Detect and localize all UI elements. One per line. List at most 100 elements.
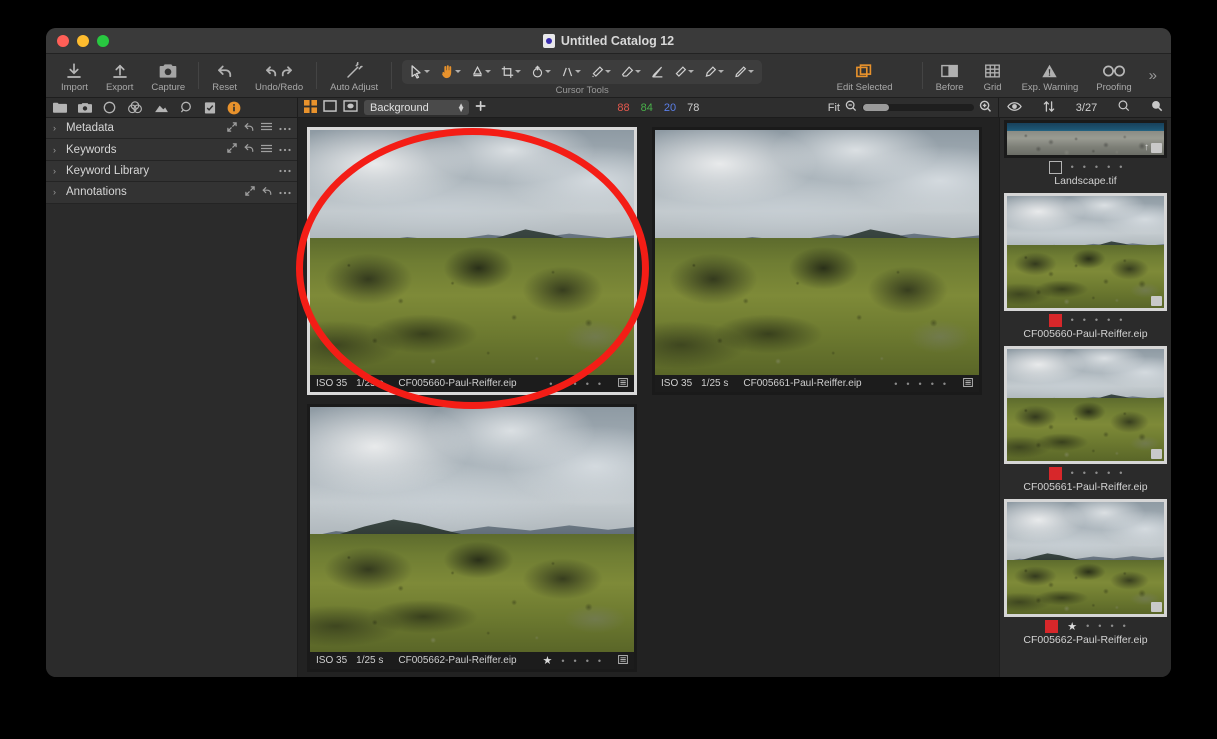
star-3[interactable]: • xyxy=(574,656,577,666)
filmstrip-item-1[interactable]: ↑ • • • • • Landscape.tif xyxy=(1004,118,1167,191)
menu-icon[interactable] xyxy=(261,122,272,134)
star-4[interactable]: • xyxy=(1107,162,1110,172)
grid-view-icon[interactable] xyxy=(304,99,317,116)
star-5[interactable]: • xyxy=(1119,468,1122,478)
reset-icon[interactable] xyxy=(244,143,254,156)
variant-badge-icon[interactable] xyxy=(618,377,628,390)
sort-arrows-icon[interactable] xyxy=(1043,100,1055,116)
export-button[interactable]: Export xyxy=(97,58,142,93)
search-icon[interactable] xyxy=(1118,100,1130,115)
proofing-button[interactable]: Proofing xyxy=(1087,58,1140,93)
rating-dots[interactable]: • • • • • xyxy=(1071,468,1123,478)
more-icon[interactable] xyxy=(279,187,291,198)
adjustments-clipboard-icon[interactable] xyxy=(204,101,216,114)
star-3[interactable]: • xyxy=(1095,162,1098,172)
more-icon[interactable] xyxy=(279,123,291,134)
star-2[interactable]: • xyxy=(1083,162,1086,172)
star-1[interactable]: • xyxy=(549,379,552,389)
thumbnail-box[interactable]: ISO 35 1/25 s CF005660-Paul-Reiffer.eip … xyxy=(307,127,637,395)
star-3[interactable]: • xyxy=(1095,468,1098,478)
filmstrip-thumbnail[interactable] xyxy=(1004,499,1167,617)
draw-mask-tool[interactable] xyxy=(646,65,669,79)
filmstrip-item-4[interactable]: ★ • • • • CF005662-Paul-Reiffer.eip xyxy=(1004,497,1167,650)
thumbnail-box[interactable]: ISO 35 1/25 s CF005662-Paul-Reiffer.eip … xyxy=(307,404,637,672)
filmstrip-thumbnail[interactable] xyxy=(1004,346,1167,464)
accordion-metadata[interactable]: › Metadata xyxy=(46,118,297,140)
star-3[interactable]: • xyxy=(919,379,922,389)
rating-stars[interactable]: ★ • • • • xyxy=(543,654,602,667)
variant-badge-icon[interactable] xyxy=(1151,296,1162,306)
chevron-right-icon[interactable]: › xyxy=(53,166,66,176)
capture-camera-icon[interactable] xyxy=(78,102,92,113)
metadata-info-icon[interactable] xyxy=(227,101,241,115)
thumbnail-cell-2[interactable]: ISO 35 1/25 s CF005661-Paul-Reiffer.eip … xyxy=(652,127,982,395)
filmstrip-panel[interactable]: ↑ • • • • • Landscape.tif • • • • • CF00… xyxy=(999,118,1171,677)
menu-icon[interactable] xyxy=(261,144,272,156)
heal-brush-tool[interactable] xyxy=(699,65,729,79)
pointer-select-tool[interactable] xyxy=(405,64,435,79)
zoom-slider[interactable] xyxy=(861,104,974,111)
star-4[interactable]: • xyxy=(586,379,589,389)
color-wheels-icon[interactable] xyxy=(127,101,143,114)
library-folder-icon[interactable] xyxy=(53,102,67,113)
accordion-keyword-library[interactable]: › Keyword Library xyxy=(46,160,297,183)
variant-badge-icon[interactable] xyxy=(1151,602,1162,612)
star-1[interactable]: ★ xyxy=(543,654,553,667)
lens-circle-icon[interactable] xyxy=(103,101,116,114)
star-5[interactable]: • xyxy=(1119,162,1122,172)
star-2[interactable]: • xyxy=(906,379,909,389)
minimize-button[interactable] xyxy=(77,34,89,47)
pan-hand-tool[interactable] xyxy=(435,64,466,79)
thumbnail-image[interactable] xyxy=(310,407,634,652)
accordion-annotations[interactable]: › Annotations xyxy=(46,182,297,204)
rotate-tool[interactable] xyxy=(526,65,556,79)
star-4[interactable]: • xyxy=(1107,315,1110,325)
star-3[interactable]: • xyxy=(574,379,577,389)
star-2[interactable]: • xyxy=(561,379,564,389)
star-5[interactable]: • xyxy=(943,379,946,389)
color-tag-red[interactable] xyxy=(1048,466,1062,480)
clone-brush-tool[interactable] xyxy=(729,65,759,79)
chevron-right-icon[interactable]: › xyxy=(53,187,66,197)
star-4[interactable]: • xyxy=(931,379,934,389)
auto-adjust-button[interactable]: Auto Adjust xyxy=(321,58,387,93)
star-2[interactable]: • xyxy=(561,656,564,666)
edit-selected-button[interactable]: Edit Selected xyxy=(828,58,902,93)
chevron-right-icon[interactable]: › xyxy=(53,145,66,155)
chevron-right-icon[interactable]: › xyxy=(53,123,66,133)
star-2[interactable]: • xyxy=(1083,468,1086,478)
star-5[interactable]: • xyxy=(1123,621,1126,631)
import-button[interactable]: Import xyxy=(52,58,97,93)
reset-icon[interactable] xyxy=(262,186,272,199)
star-2[interactable]: • xyxy=(1086,621,1089,631)
rating-stars[interactable]: • • • • • xyxy=(549,379,601,389)
dust-eraser-tool[interactable] xyxy=(616,65,646,79)
variant-badge-icon[interactable] xyxy=(1151,449,1162,459)
zoom-out-icon[interactable] xyxy=(845,100,857,115)
filmstrip-thumbnail[interactable] xyxy=(1004,193,1167,311)
star-4[interactable]: • xyxy=(1110,621,1113,631)
background-select[interactable]: Background ▲ ▼ xyxy=(364,100,469,115)
reset-icon[interactable] xyxy=(244,122,254,135)
keystone-tool[interactable] xyxy=(556,65,586,79)
grid-button[interactable]: Grid xyxy=(973,58,1013,93)
color-tag-red[interactable] xyxy=(1045,619,1059,633)
expand-icon[interactable] xyxy=(227,143,237,156)
filmstrip-item-3[interactable]: • • • • • CF005661-Paul-Reiffer.eip xyxy=(1004,344,1167,497)
star-4[interactable]: • xyxy=(1107,468,1110,478)
spot-removal-tool[interactable] xyxy=(586,65,616,79)
image-browser[interactable]: ISO 35 1/25 s CF005660-Paul-Reiffer.eip … xyxy=(298,118,999,677)
color-tag-red[interactable] xyxy=(1048,313,1062,327)
star-1[interactable]: • xyxy=(1071,315,1074,325)
variant-badge-icon[interactable] xyxy=(963,377,973,390)
star-2[interactable]: • xyxy=(1083,315,1086,325)
star-3[interactable]: • xyxy=(1098,621,1101,631)
single-view-icon[interactable] xyxy=(323,100,337,115)
viewer-toggle-icon[interactable] xyxy=(343,100,358,115)
capture-button[interactable]: Capture xyxy=(142,58,194,93)
thumbnail-image[interactable] xyxy=(655,130,979,375)
thumbnail-cell-3[interactable]: ISO 35 1/25 s CF005662-Paul-Reiffer.eip … xyxy=(307,404,637,672)
star-3[interactable]: • xyxy=(1095,315,1098,325)
star-1[interactable]: ★ xyxy=(1067,620,1077,633)
star-5[interactable]: • xyxy=(598,379,601,389)
